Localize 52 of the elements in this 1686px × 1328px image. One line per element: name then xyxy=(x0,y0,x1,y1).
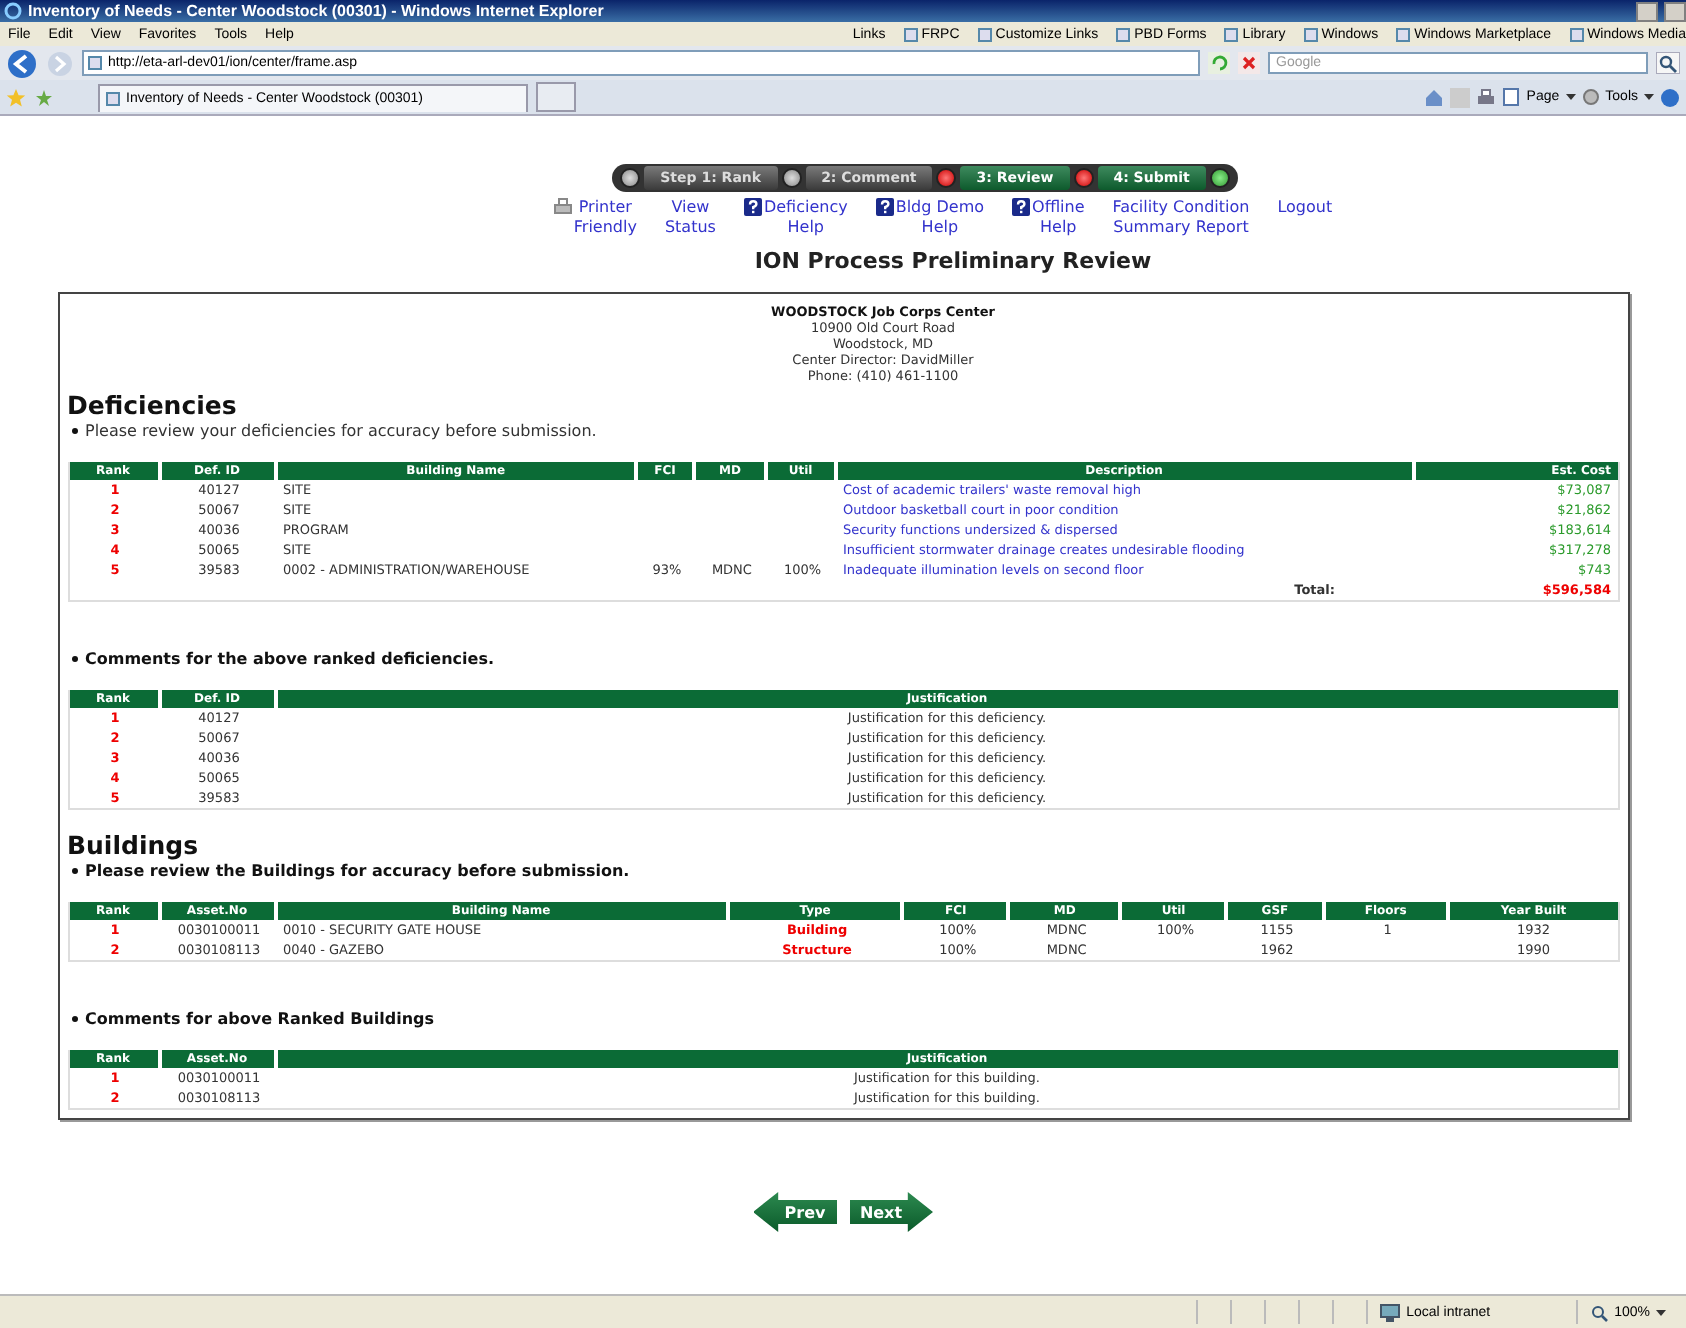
window-title: Inventory of Needs - Center Woodstock (00301) - Windows Internet Explorer xyxy=(28,2,604,20)
add-favorite-icon[interactable] xyxy=(34,87,54,107)
page-icon xyxy=(88,56,102,70)
step-marker-icon xyxy=(1209,168,1230,188)
caret-icon xyxy=(1565,94,1576,100)
page-icon xyxy=(903,27,918,41)
page-icon[interactable] xyxy=(1502,88,1521,106)
printer-icon xyxy=(553,198,572,216)
step-marker-icon xyxy=(781,168,802,188)
nav-link[interactable]: Facility Condition Summary Report xyxy=(1112,198,1250,238)
section-heading: Buildings xyxy=(67,830,201,860)
back-icon[interactable] xyxy=(6,47,38,79)
nav-link[interactable]: View Status xyxy=(664,198,716,238)
step-marker-icon xyxy=(936,168,957,188)
bullet-icon xyxy=(71,428,77,434)
bullet-icon xyxy=(71,868,77,874)
instruction-text: Comments for above Ranked Buildings xyxy=(85,1010,435,1028)
prev-button[interactable]: Prev xyxy=(753,1192,837,1232)
nav-link[interactable]: Deficiency Help xyxy=(763,198,848,238)
page-icon xyxy=(106,91,120,105)
bullet-icon xyxy=(71,1016,77,1022)
printer-icon[interactable] xyxy=(1476,87,1497,107)
bullet-icon xyxy=(71,656,77,662)
stop-icon[interactable] xyxy=(1238,52,1260,74)
page-title: ION Process Preliminary Review xyxy=(754,248,1152,274)
page-icon xyxy=(1224,27,1239,41)
star-icon[interactable] xyxy=(6,87,26,107)
nav-link[interactable]: Offline Help xyxy=(1032,198,1085,238)
nav-link[interactable]: Printer Friendly xyxy=(573,198,637,238)
refresh-icon[interactable] xyxy=(1208,52,1230,74)
page-icon xyxy=(1396,27,1411,41)
section-heading: Deficiencies xyxy=(67,390,239,420)
nav-link[interactable]: Logout xyxy=(1277,198,1333,218)
nav-link[interactable]: Bldg Demo Help xyxy=(895,198,985,238)
page-icon xyxy=(1569,27,1584,41)
ie-logo-icon xyxy=(4,2,22,20)
caret-icon xyxy=(1644,94,1654,100)
step-marker-icon xyxy=(620,168,641,188)
page-icon xyxy=(1116,27,1131,41)
zoom-icon xyxy=(1590,1303,1609,1321)
page-icon xyxy=(1303,27,1318,41)
instruction-text: Please review the Buildings for accuracy before submission. xyxy=(85,862,630,880)
next-button[interactable]: Next xyxy=(849,1192,933,1232)
network-icon xyxy=(1380,1303,1401,1321)
home-icon[interactable] xyxy=(1424,87,1445,107)
instruction-text: Please review your deficiencies for accuracy before submission. xyxy=(85,422,597,440)
instruction-text: Comments for the above ranked deficiencies. xyxy=(85,650,494,668)
new-tab-button[interactable] xyxy=(536,82,576,112)
caret-icon xyxy=(1656,1309,1666,1315)
step-marker-icon xyxy=(1073,168,1094,188)
page-icon xyxy=(977,27,992,41)
search-icon[interactable] xyxy=(1656,52,1680,74)
